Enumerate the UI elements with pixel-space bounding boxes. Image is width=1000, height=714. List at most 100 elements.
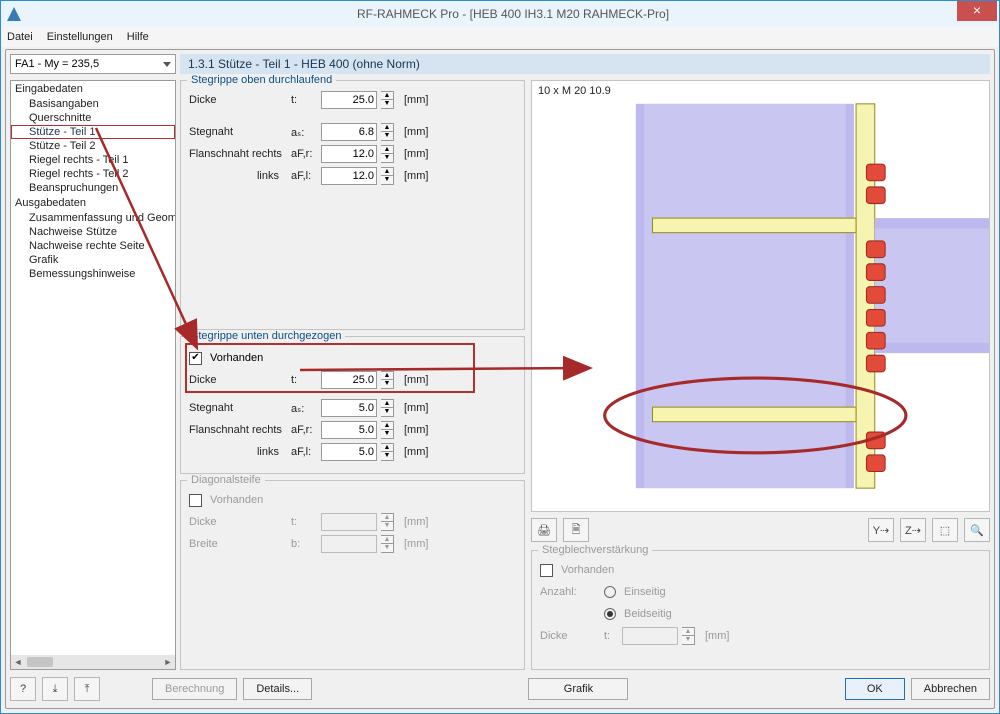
export-button[interactable]: ⤓ bbox=[42, 677, 68, 701]
input-breite-diag bbox=[321, 535, 377, 553]
unit: [mm] bbox=[404, 94, 428, 106]
scroll-thumb[interactable] bbox=[27, 657, 53, 667]
spinner[interactable]: ▲▼ bbox=[381, 443, 394, 461]
unit: [mm] bbox=[404, 402, 428, 414]
nav-stuetze-teil2[interactable]: Stütze - Teil 2 bbox=[11, 139, 175, 153]
nav-querschnitte[interactable]: Querschnitte bbox=[11, 111, 175, 125]
viewer-toolbar: 🖨 🗎 Y⇢ Z⇢ ⬚ 🔍 bbox=[531, 518, 990, 544]
spinner[interactable]: ▲▼ bbox=[381, 167, 394, 185]
section-title: 1.3.1 Stütze - Teil 1 - HEB 400 (ohne No… bbox=[180, 54, 990, 74]
lbl-dicke: Dicke bbox=[189, 516, 287, 528]
input-dicke-oben[interactable] bbox=[321, 91, 377, 109]
spinner[interactable]: ▲▼ bbox=[381, 145, 394, 163]
unit: [mm] bbox=[404, 170, 428, 182]
app-icon bbox=[7, 7, 21, 21]
lbl-flansch-rechts: Flanschnaht rechts bbox=[189, 148, 287, 160]
grafik-button[interactable]: Grafik bbox=[528, 678, 628, 700]
lbl-dicke: Dicke bbox=[189, 94, 287, 106]
menu-datei[interactable]: Datei bbox=[7, 31, 33, 43]
input-stegnaht-unten[interactable] bbox=[321, 399, 377, 417]
group-stegblech: Stegblechverstärkung Vorhanden Anzahl: E… bbox=[531, 550, 990, 670]
graphics-viewer[interactable]: 10 x M 20 10.9 bbox=[531, 80, 990, 512]
nav-beanspruchungen[interactable]: Beanspruchungen bbox=[11, 181, 175, 195]
sym-t: t: bbox=[604, 630, 618, 642]
spinner: ▲▼ bbox=[682, 627, 695, 645]
lbl-beidseitig: Beidseitig bbox=[624, 608, 672, 620]
input-dicke-diag bbox=[321, 513, 377, 531]
window-title: RF-RAHMECK Pro - [HEB 400 IH3.1 M20 RAHM… bbox=[27, 7, 999, 21]
spinner: ▲▼ bbox=[381, 535, 394, 553]
zoom-button[interactable]: 🔍 bbox=[964, 518, 990, 542]
spinner[interactable]: ▲▼ bbox=[381, 399, 394, 417]
nav-riegel-rechts1[interactable]: Riegel rechts - Teil 1 bbox=[11, 153, 175, 167]
scroll-right-icon[interactable]: ► bbox=[161, 657, 175, 667]
chevron-down-icon bbox=[163, 62, 171, 67]
berechnung-button[interactable]: Berechnung bbox=[152, 678, 237, 700]
radio-einseitig bbox=[604, 586, 616, 598]
view-z-button[interactable]: Z⇢ bbox=[900, 518, 926, 542]
details-button[interactable]: Details... bbox=[243, 678, 312, 700]
sym-as: aₛ: bbox=[291, 402, 317, 415]
sym-afl: aF,l: bbox=[291, 170, 317, 182]
loadcase-value: FA1 - My = 235,5 bbox=[15, 58, 99, 70]
unit: [mm] bbox=[404, 424, 428, 436]
lbl-vorhanden: Vorhanden bbox=[561, 564, 614, 576]
view-iso-button[interactable]: ⬚ bbox=[932, 518, 958, 542]
unit: [mm] bbox=[705, 630, 729, 642]
ok-button[interactable]: OK bbox=[845, 678, 905, 700]
sym-afr: aF,r: bbox=[291, 148, 317, 160]
import-button[interactable]: ⤒ bbox=[74, 677, 100, 701]
nav-scrollbar[interactable]: ◄ ► bbox=[11, 655, 175, 669]
spinner: ▲▼ bbox=[381, 513, 394, 531]
nav-zusammenfassung[interactable]: Zusammenfassung und Geometrie bbox=[11, 211, 175, 225]
sym-t: t: bbox=[291, 94, 317, 106]
unit: [mm] bbox=[404, 516, 428, 528]
lbl-anzahl: Anzahl: bbox=[540, 586, 600, 598]
highlight-box bbox=[185, 343, 475, 393]
group-diagonalsteife: Diagonalsteife Vorhanden Dicke t: ▲▼ [mm… bbox=[180, 480, 525, 670]
abbrechen-button[interactable]: Abbrechen bbox=[911, 678, 990, 700]
close-button[interactable]: × bbox=[957, 1, 997, 21]
spinner[interactable]: ▲▼ bbox=[381, 123, 394, 141]
input-stegnaht-oben[interactable] bbox=[321, 123, 377, 141]
lbl-flansch-links: links bbox=[189, 446, 287, 458]
checkbox-vorhanden-stegblech[interactable] bbox=[540, 564, 553, 577]
legend-oben: Stegrippe oben durchlaufend bbox=[187, 74, 336, 86]
input-flansch-links-oben[interactable] bbox=[321, 167, 377, 185]
sym-afr: aF,r: bbox=[291, 424, 317, 436]
input-flansch-rechts-oben[interactable] bbox=[321, 145, 377, 163]
nav-basisangaben[interactable]: Basisangaben bbox=[11, 97, 175, 111]
nav-riegel-rechts2[interactable]: Riegel rechts - Teil 2 bbox=[11, 167, 175, 181]
titlebar: RF-RAHMECK Pro - [HEB 400 IH3.1 M20 RAHM… bbox=[1, 1, 999, 27]
nav-stuetze-teil1[interactable]: Stütze - Teil 1 bbox=[11, 125, 175, 139]
menu-hilfe[interactable]: Hilfe bbox=[127, 31, 149, 43]
unit: [mm] bbox=[404, 126, 428, 138]
lbl-vorhanden: Vorhanden bbox=[210, 494, 263, 506]
sym-t: t: bbox=[291, 516, 317, 528]
spinner[interactable]: ▲▼ bbox=[381, 91, 394, 109]
print-button[interactable]: 🖨 bbox=[531, 518, 557, 542]
input-flansch-rechts-unten[interactable] bbox=[321, 421, 377, 439]
lbl-breite: Breite bbox=[189, 538, 287, 550]
nav-bemessung[interactable]: Bemessungshinweise bbox=[11, 267, 175, 281]
navigation-tree[interactable]: Eingabedaten Basisangaben Querschnitte S… bbox=[10, 80, 176, 670]
legend-unten: Stegrippe unten durchgezogen bbox=[187, 330, 345, 342]
unit: [mm] bbox=[404, 148, 428, 160]
sym-as: aₛ: bbox=[291, 126, 317, 139]
nav-nachweise-stuetze[interactable]: Nachweise Stütze bbox=[11, 225, 175, 239]
nav-nachweise-rechts[interactable]: Nachweise rechte Seite bbox=[11, 239, 175, 253]
loadcase-combo[interactable]: FA1 - My = 235,5 bbox=[10, 54, 176, 74]
spinner[interactable]: ▲▼ bbox=[381, 421, 394, 439]
scroll-left-icon[interactable]: ◄ bbox=[11, 657, 25, 667]
nav-grafik[interactable]: Grafik bbox=[11, 253, 175, 267]
checkbox-vorhanden-diag[interactable] bbox=[189, 494, 202, 507]
lbl-stegnaht: Stegnaht bbox=[189, 402, 287, 414]
view-y-button[interactable]: Y⇢ bbox=[868, 518, 894, 542]
print-list-button[interactable]: 🗎 bbox=[563, 518, 589, 542]
input-flansch-links-unten[interactable] bbox=[321, 443, 377, 461]
lbl-stegnaht: Stegnaht bbox=[189, 126, 287, 138]
help-button[interactable]: ? bbox=[10, 677, 36, 701]
connection-drawing bbox=[532, 81, 989, 511]
nav-group-input: Eingabedaten bbox=[11, 81, 175, 97]
menu-einstellungen[interactable]: Einstellungen bbox=[47, 31, 113, 43]
